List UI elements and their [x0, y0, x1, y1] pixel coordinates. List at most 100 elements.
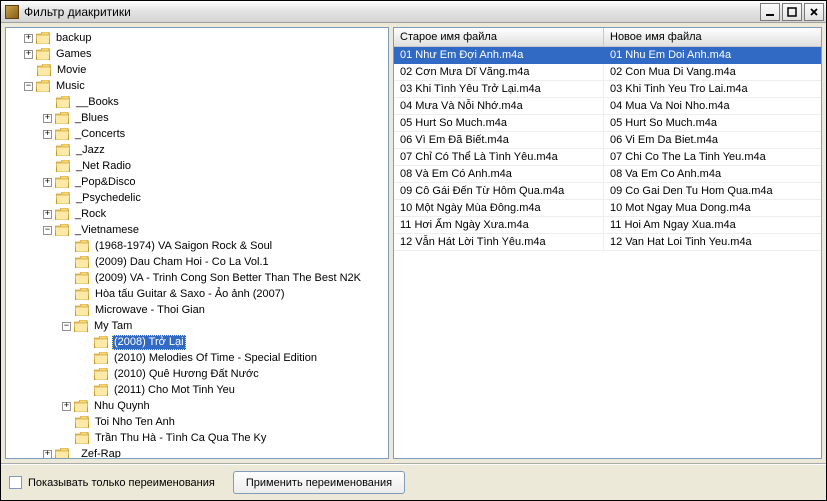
- cell-old-name: 10 Một Ngày Mùa Đông.m4a: [394, 200, 604, 216]
- tree-item-label: _Jazz: [74, 143, 107, 158]
- cell-old-name: 08 Và Em Có Anh.m4a: [394, 166, 604, 182]
- table-row[interactable]: 01 Như Em Đợi Anh.m4a01 Nhu Em Doi Anh.m…: [394, 47, 821, 64]
- close-button[interactable]: [804, 3, 824, 21]
- collapse-icon[interactable]: −: [24, 82, 33, 91]
- folder-icon: [56, 96, 70, 108]
- folder-icon: [55, 176, 69, 188]
- show-renames-only-checkbox[interactable]: Показывать только переименования: [9, 476, 215, 489]
- expand-icon[interactable]: +: [24, 34, 33, 43]
- column-new-name[interactable]: Новое имя файла: [604, 28, 821, 46]
- app-icon: [5, 5, 19, 19]
- table-row[interactable]: 08 Và Em Có Anh.m4a08 Va Em Co Anh.m4a: [394, 166, 821, 183]
- folder-icon: [36, 80, 50, 92]
- apply-renames-button[interactable]: Применить переименования: [233, 471, 405, 494]
- table-row[interactable]: 12 Vẫn Hát Lời Tình Yêu.m4a12 Van Hat Lo…: [394, 234, 821, 251]
- tree-item[interactable]: +_Concerts: [6, 126, 388, 142]
- table-row[interactable]: 09 Cô Gái Đến Từ Hôm Qua.m4a09 Co Gai De…: [394, 183, 821, 200]
- expand-icon[interactable]: +: [43, 114, 52, 123]
- cell-old-name: 05 Hurt So Much.m4a: [394, 115, 604, 131]
- expand-icon[interactable]: +: [43, 130, 52, 139]
- tree-item[interactable]: (1968-1974) VA Saigon Rock & Soul: [6, 238, 388, 254]
- tree-item-label: _Zef-Rap: [73, 447, 123, 460]
- tree-item[interactable]: + _Blues: [6, 110, 388, 126]
- folder-icon: [36, 32, 50, 44]
- cell-new-name: 02 Con Mua Di Vang.m4a: [604, 64, 821, 80]
- tree-item[interactable]: _Jazz: [6, 142, 388, 158]
- tree-item[interactable]: +backup: [6, 30, 388, 46]
- tree-item[interactable]: − My Tam: [6, 318, 388, 334]
- tree-item[interactable]: Microwave - Thoi Gian: [6, 302, 388, 318]
- tree-item[interactable]: + _Pop&Disco: [6, 174, 388, 190]
- folder-icon: [37, 64, 51, 76]
- tree-item[interactable]: (2009) VA - Trinh Cong Son Better Than T…: [6, 270, 388, 286]
- tree-item[interactable]: + _Zef-Rap: [6, 446, 388, 459]
- folder-icon: [55, 224, 69, 236]
- tree-item[interactable]: __Books: [6, 94, 388, 110]
- tree-item[interactable]: Toi Nho Ten Anh: [6, 414, 388, 430]
- folder-icon: [75, 432, 89, 444]
- tree-item[interactable]: (2010) Quê Hương Đất Nước: [6, 366, 388, 382]
- tree-item-label: _Pop&Disco: [73, 175, 138, 190]
- table-row[interactable]: 03 Khi Tình Yêu Trở Lại.m4a03 Khi Tinh Y…: [394, 81, 821, 98]
- cell-new-name: 10 Mot Ngay Mua Dong.m4a: [604, 200, 821, 216]
- cell-old-name: 07 Chỉ Có Thể Là Tình Yêu.m4a: [394, 149, 604, 165]
- expand-icon[interactable]: +: [62, 402, 71, 411]
- folder-icon: [55, 208, 69, 220]
- folder-icon: [94, 352, 108, 364]
- expand-icon[interactable]: +: [24, 50, 33, 59]
- tree-item[interactable]: Hòa tấu Guitar & Saxo - Ảo ảnh (2007): [6, 286, 388, 302]
- tree-item-label: _Blues: [73, 111, 111, 126]
- cell-old-name: 06 Vì Em Đã Biết.m4a: [394, 132, 604, 148]
- tree-item-label: Music: [54, 79, 87, 94]
- expand-icon[interactable]: +: [43, 178, 52, 187]
- folder-icon: [75, 304, 89, 316]
- cell-new-name: 06 Vi Em Da Biet.m4a: [604, 132, 821, 148]
- table-row[interactable]: 02 Cơn Mưa Dĩ Vãng.m4a02 Con Mua Di Vang…: [394, 64, 821, 81]
- tree-item[interactable]: _Psychedelic: [6, 190, 388, 206]
- folder-icon: [74, 320, 88, 332]
- bottom-bar: Показывать только переименования Примени…: [1, 463, 826, 500]
- expand-icon[interactable]: +: [43, 210, 52, 219]
- expand-icon[interactable]: +: [43, 450, 52, 459]
- cell-new-name: 12 Van Hat Loi Tinh Yeu.m4a: [604, 234, 821, 250]
- table-row[interactable]: 04 Mưa Và Nỗi Nhớ.m4a04 Mua Va Noi Nho.m…: [394, 98, 821, 115]
- cell-new-name: 09 Co Gai Den Tu Hom Qua.m4a: [604, 183, 821, 199]
- maximize-button[interactable]: [782, 3, 802, 21]
- tree-item[interactable]: Trần Thu Hà - Tình Ca Qua The Ky: [6, 430, 388, 446]
- table-row[interactable]: 11 Hơi Ấm Ngày Xưa.m4a11 Hoi Am Ngay Xua…: [394, 217, 821, 234]
- tree-item[interactable]: +_Rock: [6, 206, 388, 222]
- tree-item[interactable]: (2008) Trở Lại: [6, 334, 388, 350]
- checkbox-icon: [9, 476, 22, 489]
- tree-item[interactable]: _Net Radio: [6, 158, 388, 174]
- tree-item[interactable]: Movie: [6, 62, 388, 78]
- table-row[interactable]: 07 Chỉ Có Thể Là Tình Yêu.m4a07 Chi Co T…: [394, 149, 821, 166]
- tree-item-label: Games: [54, 47, 93, 62]
- checkbox-label: Показывать только переименования: [28, 477, 215, 489]
- tree-item[interactable]: (2010) Melodies Of Time - Special Editio…: [6, 350, 388, 366]
- tree-item-label: (2010) Quê Hương Đất Nước: [112, 367, 261, 382]
- tree-item-label: (2009) VA - Trinh Cong Son Better Than T…: [93, 271, 363, 286]
- file-table[interactable]: Старое имя файла Новое имя файла 01 Như …: [393, 27, 822, 459]
- table-row[interactable]: 05 Hurt So Much.m4a05 Hurt So Much.m4a: [394, 115, 821, 132]
- cell-old-name: 11 Hơi Ấm Ngày Xưa.m4a: [394, 217, 604, 233]
- table-row[interactable]: 06 Vì Em Đã Biết.m4a06 Vi Em Da Biet.m4a: [394, 132, 821, 149]
- tree-item[interactable]: (2011) Cho Mot Tinh Yeu: [6, 382, 388, 398]
- table-row[interactable]: 10 Một Ngày Mùa Đông.m4a10 Mot Ngay Mua …: [394, 200, 821, 217]
- table-header: Старое имя файла Новое имя файла: [394, 28, 821, 47]
- cell-new-name: 01 Nhu Em Doi Anh.m4a: [604, 47, 821, 63]
- tree-item[interactable]: +Nhu Quynh: [6, 398, 388, 414]
- collapse-icon[interactable]: −: [43, 226, 52, 235]
- folder-tree[interactable]: +backup+GamesMovie−Music__Books+_Blues+_…: [5, 27, 389, 459]
- collapse-icon[interactable]: −: [62, 322, 71, 331]
- minimize-button[interactable]: [760, 3, 780, 21]
- cell-new-name: 08 Va Em Co Anh.m4a: [604, 166, 821, 182]
- tree-item[interactable]: + Games: [6, 46, 388, 62]
- tree-item[interactable]: (2009) Dau Cham Hoi - Co La Vol.1: [6, 254, 388, 270]
- tree-item[interactable]: −_Vietnamese: [6, 222, 388, 238]
- tree-item-label: My Tam: [92, 319, 134, 334]
- title-bar: Фильтр диакритики: [1, 1, 826, 23]
- cell-old-name: 02 Cơn Mưa Dĩ Vãng.m4a: [394, 64, 604, 80]
- column-old-name[interactable]: Старое имя файла: [394, 28, 604, 46]
- tree-item[interactable]: − Music: [6, 78, 388, 94]
- tree-item-label: (2009) Dau Cham Hoi - Co La Vol.1: [93, 255, 271, 270]
